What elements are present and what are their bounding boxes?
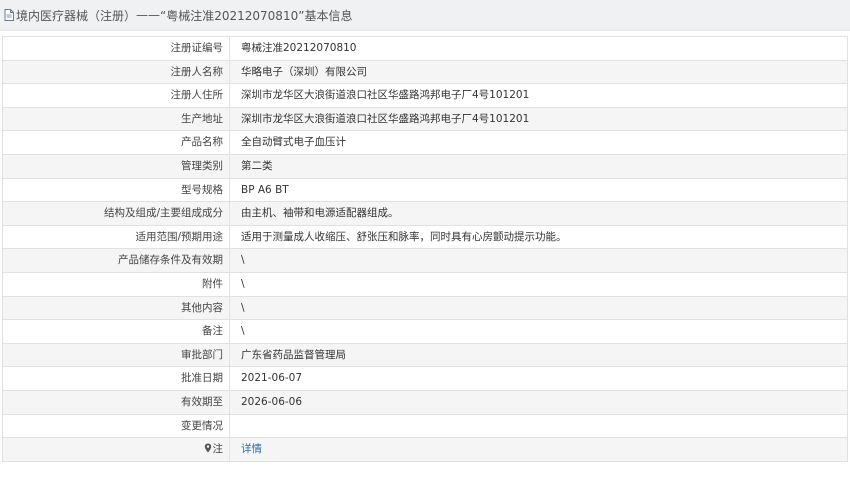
row-label: 注册人名称 [3, 60, 230, 84]
header-title: 境内医疗器械（注册） [16, 8, 137, 23]
table-row: 备注 \ [2, 320, 848, 344]
row-label: 附件 [3, 272, 230, 296]
row-label: 有效期至 [3, 390, 230, 414]
table-row: 产品名称 全自动臂式电子血压计 [2, 131, 848, 155]
row-label: 注册人住所 [3, 84, 230, 107]
row-label: 适用范围/预期用途 [3, 225, 230, 249]
table-row: 批准日期 2021-06-07 [2, 367, 848, 391]
row-value: 广东省药品监督管理局 [230, 343, 847, 367]
note-value: 详情 [230, 438, 847, 461]
table-row: 管理类别 第二类 [2, 154, 848, 179]
row-label: 备注 [3, 320, 230, 343]
table-row: 注册人名称 华略电子（深圳）有限公司 [2, 60, 848, 85]
header-suffix: 基本信息 [304, 8, 353, 23]
note-label: 注 [212, 443, 224, 456]
row-value: 2026-06-06 [230, 390, 847, 414]
row-label: 型号规格 [3, 178, 230, 202]
row-value: 2021-06-07 [241, 372, 303, 385]
table-row: 适用范围/预期用途 适用于测量成人收缩压、舒张压和脉率，同时具有心房颤动提示功能。 [2, 225, 848, 250]
row-label: 批准日期 [3, 367, 230, 390]
header-separator: —— [136, 8, 161, 22]
table-row: 结构及组成/主要组成成分 由主机、袖带和电源适配器组成。 [2, 202, 848, 226]
note-label-cell: 注 [3, 438, 230, 461]
table-row: 生产地址 深圳市龙华区大浪街道浪口社区华盛路鸿邦电子厂4号101201 [2, 107, 848, 132]
row-label: 生产地址 [3, 107, 230, 131]
row-label: 产品储存条件及有效期 [3, 249, 230, 272]
row-value: 第二类 [230, 154, 847, 178]
info-table: 注册证编号 粤械注准20212070810 注册人名称 华略电子（深圳）有限公司 注… [2, 36, 848, 462]
row-label: 产品名称 [3, 131, 230, 154]
table-row: 注册证编号 粤械注准20212070810 [2, 37, 848, 61]
row-value: \ [241, 277, 245, 290]
row-value: \ [241, 325, 245, 338]
table-row: 审批部门 广东省药品监督管理局 [2, 343, 848, 368]
table-row: 有效期至 2026-06-06 [2, 390, 848, 415]
location-pin-icon [204, 443, 211, 453]
table-row: 变更情况 [2, 414, 848, 439]
table-row: 型号规格 BP A6 BT [2, 178, 848, 203]
table-row: 产品储存条件及有效期 \ [2, 249, 848, 273]
row-value: 华略电子（深圳）有限公司 [230, 60, 847, 84]
row-label: 注册证编号 [3, 37, 230, 60]
row-label: 结构及组成/主要组成成分 [3, 202, 230, 225]
table-row: 附件 \ [2, 272, 848, 297]
row-value: 由主机、袖带和电源适配器组成。 [230, 202, 847, 225]
row-value: \ [230, 296, 847, 320]
document-icon [4, 9, 14, 21]
row-value: 深圳市龙华区大浪街道浪口社区华盛路鸿邦电子厂4号101201 [230, 107, 847, 131]
details-link[interactable]: 详情 [241, 443, 262, 455]
row-value: \ [230, 249, 847, 272]
row-label: 其他内容 [3, 296, 230, 320]
row-value: 粤械注准20212070810 [241, 42, 357, 54]
row-value: 深圳市龙华区大浪街道浪口社区华盛路鸿邦电子厂4号101201 [241, 89, 530, 102]
table-row: 其他内容 \ [2, 296, 848, 321]
header-subject: “粤械注准20212070810” [160, 8, 305, 23]
note-row: 注 详情 [2, 438, 848, 462]
row-value: BP A6 BT [241, 183, 289, 196]
row-value [230, 415, 847, 438]
table-row: 注册人住所 深圳市龙华区大浪街道浪口社区华盛路鸿邦电子厂4号101201 [2, 84, 848, 108]
page-header: 境内医疗器械（注册） —— “粤械注准20212070810” 基本信息 [0, 0, 850, 31]
row-value: 适用于测量成人收缩压、舒张压和脉率，同时具有心房颤动提示功能。 [241, 230, 567, 243]
row-label: 管理类别 [3, 154, 230, 178]
row-label: 审批部门 [3, 343, 230, 367]
row-value: 全自动臂式电子血压计 [241, 136, 346, 149]
row-label: 变更情况 [3, 414, 230, 438]
